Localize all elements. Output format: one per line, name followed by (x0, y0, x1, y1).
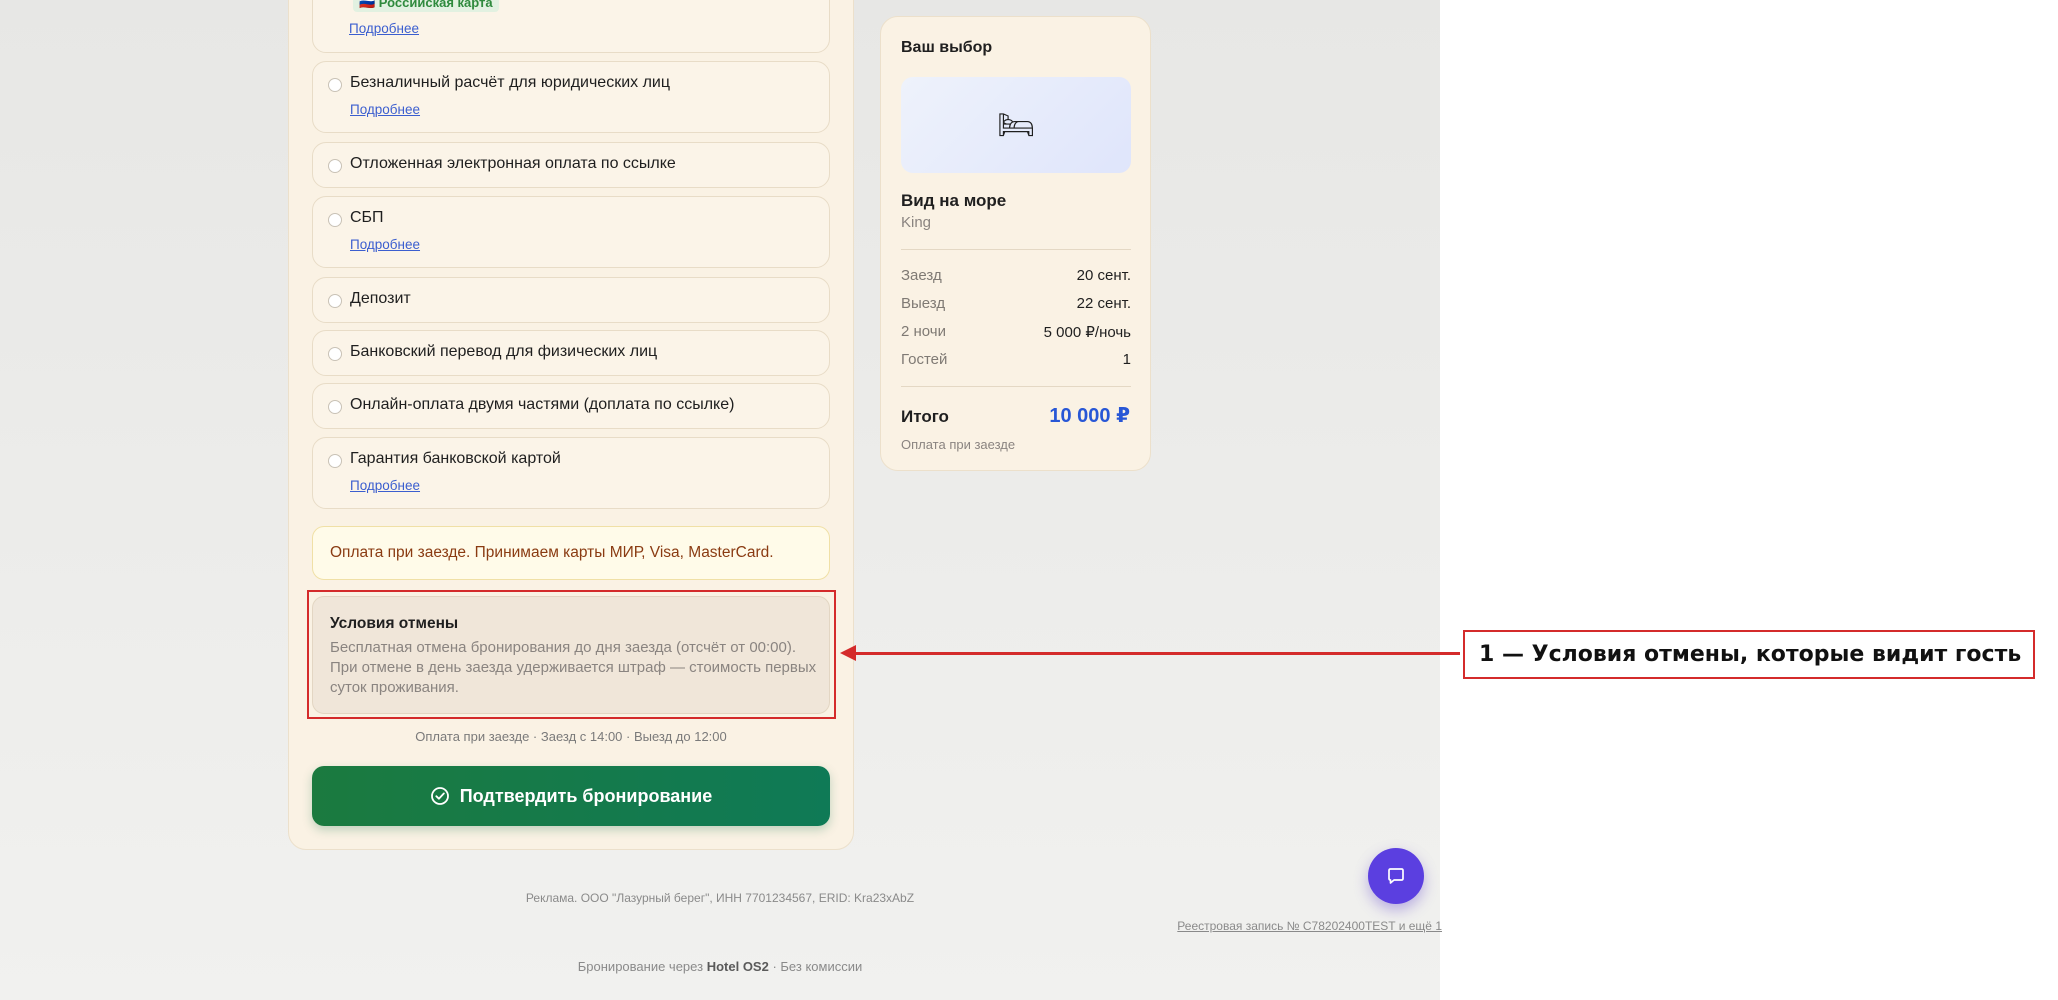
deposit-label: Депозит (350, 290, 411, 307)
cancellation-title: Условия отмены (330, 615, 459, 632)
powered-brand: Hotel OS2 (706, 959, 769, 974)
room-image: 🛏 (901, 77, 1131, 173)
payment-option-deferred[interactable]: Отложенная электронная оплата по ссылке (312, 142, 830, 188)
payment-note: Оплата при заезде. Принимаем карты МИР, … (312, 526, 830, 580)
annotation-label-text: 1 — Условия отмены, которые видит гость (1479, 642, 2022, 667)
powered-by: Бронирование через Hotel OS2 · Без комис… (288, 959, 1152, 974)
powered-prefix: Бронирование через (577, 959, 704, 974)
cancellation-policy: Условия отмены Бесплатная отмена брониро… (312, 596, 830, 714)
guests-value: 1 (1122, 351, 1131, 368)
summary-divider-total (901, 386, 1131, 387)
check-circle-icon (430, 787, 449, 805)
bank-transfer-label: Банковский перевод для физических лиц (350, 343, 658, 360)
checkout-key: Выезд (901, 295, 946, 312)
payment-option-deposit[interactable]: Депозит (312, 277, 830, 323)
checkin-info: Оплата при заезде · Заезд с 14:00 · Выез… (415, 729, 727, 744)
powered-suffix: · Без комиссии (772, 959, 863, 974)
radio-deposit[interactable] (328, 294, 342, 308)
payment-option-guarantee[interactable]: Гарантия банковской картой Подробнее (312, 437, 830, 509)
chat-button[interactable] (1368, 848, 1424, 904)
total-value: 10 000 ₽ (1049, 405, 1130, 427)
deferred-label: Отложенная электронная оплата по ссылке (350, 155, 676, 172)
payment-note-text: Оплата при заезде. Принимаем карты МИР, … (330, 544, 774, 561)
ad-disclosure: Реклама. ООО "Лазурный берег", ИНН 77012… (525, 891, 915, 905)
summary-title: Ваш выбор (901, 39, 993, 56)
card-details-link[interactable]: Подробнее (349, 21, 419, 36)
nights-key: 2 ночи (901, 323, 946, 340)
annotation-arrow-head (840, 645, 856, 661)
two-parts-label: Онлайн-оплата двумя частями (доплата по … (350, 396, 735, 413)
sbp-label: СБП (350, 209, 384, 226)
annotation-label: 1 — Условия отмены, которые видит гость (1463, 630, 2035, 679)
nights-value: 5 000 ₽/ночь (1043, 324, 1131, 341)
radio-sbp[interactable] (328, 213, 342, 227)
radio-bank-transfer[interactable] (328, 347, 342, 361)
room-name: Вид на море (901, 191, 1007, 210)
cashless-details-link[interactable]: Подробнее (350, 102, 420, 117)
card-badge: 🇷🇺 Российская карта (353, 0, 499, 12)
guests-key: Гостей (901, 351, 948, 368)
guarantee-label: Гарантия банковской картой (350, 450, 561, 467)
guarantee-details-link[interactable]: Подробнее (350, 478, 420, 493)
confirm-booking-label: Подтвердить бронирование (459, 785, 713, 806)
checkin-value: 20 сент. (1076, 267, 1131, 284)
radio-deferred[interactable] (328, 159, 342, 173)
payment-option-bank-transfer[interactable]: Банковский перевод для физических лиц (312, 330, 830, 376)
radio-two-parts[interactable] (328, 400, 342, 414)
booking-summary: Ваш выбор 🛏 Вид на море King Заезд 20 се… (880, 16, 1151, 471)
payment-option-two-parts[interactable]: Онлайн-оплата двумя частями (доплата по … (312, 383, 830, 429)
radio-guarantee[interactable] (328, 454, 342, 468)
room-bed-type: King (901, 214, 932, 231)
total-label: Итого (901, 407, 949, 426)
payment-option-cashless[interactable]: Безналичный расчёт для юридических лиц П… (312, 61, 830, 133)
radio-cashless[interactable] (328, 78, 342, 92)
registry-link[interactable]: Реестровая запись № С78202400TEST и ещё … (1177, 919, 1442, 933)
checkin-key: Заезд (901, 267, 942, 284)
summary-divider (901, 249, 1131, 250)
confirm-booking-button[interactable]: Подтвердить бронирование (312, 766, 830, 826)
annotation-arrow-line (848, 652, 1460, 655)
checkout-value: 22 сент. (1076, 295, 1131, 312)
total-note: Оплата при заезде (901, 437, 1016, 452)
bed-icon: 🛏 (996, 108, 1036, 142)
chat-bubble-icon (1388, 868, 1404, 884)
payment-option-sbp[interactable]: СБП Подробнее (312, 196, 830, 268)
cashless-label: Безналичный расчёт для юридических лиц (350, 74, 671, 91)
sbp-details-link[interactable]: Подробнее (350, 237, 420, 252)
cancellation-text: Бесплатная отмена бронирования до дня за… (330, 639, 817, 696)
